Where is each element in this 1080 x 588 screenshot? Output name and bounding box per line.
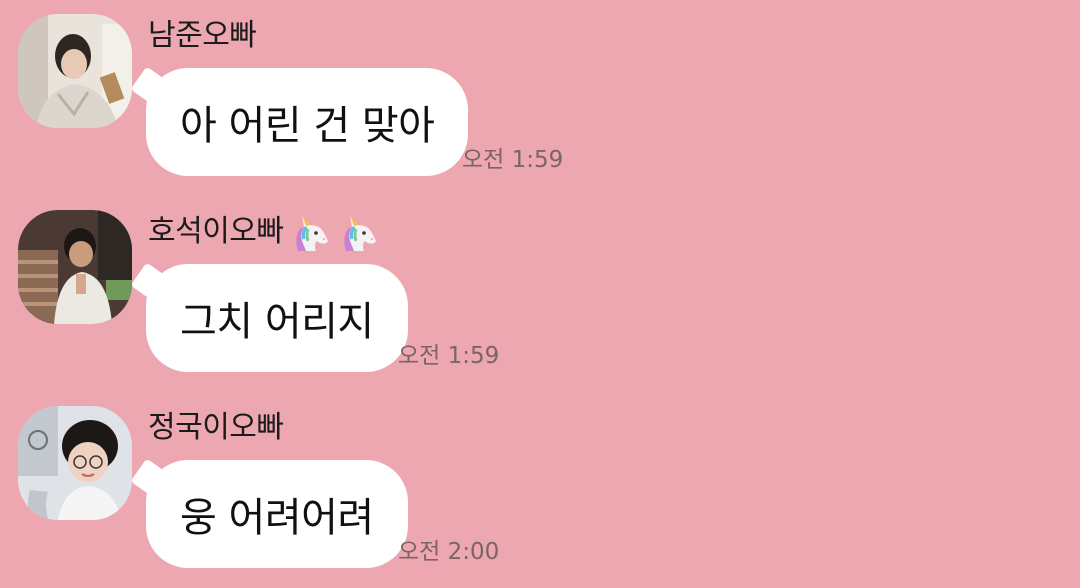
avatar-photo-icon (18, 14, 132, 128)
message-timestamp: 오전 1:59 (398, 343, 500, 369)
message-text: 그치 어리지 (180, 299, 374, 345)
message-bubble[interactable]: 아 어린 건 맞아 (146, 68, 469, 176)
message-timestamp: 오전 1:59 (462, 147, 564, 173)
message-bubble[interactable]: 웅 어려어려 (146, 460, 408, 568)
chat-message: 호석이오빠 그치 어리지 오전 1:59 (0, 196, 1080, 386)
sender-name: 정국이오빠 (148, 410, 284, 445)
message-text: 아 어린 건 맞아 (180, 103, 435, 149)
sender: 호석이오빠 (148, 210, 380, 254)
chat-message: 정국이오빠 웅 어려어려 오전 2:00 (0, 392, 1080, 582)
avatar[interactable] (18, 14, 132, 128)
avatar-photo-icon (18, 406, 132, 520)
sender-name: 남준오빠 (148, 18, 257, 53)
chat-view: 남준오빠 아 어린 건 맞아 오전 1:59 호석이오빠 그치 어리지 오전 1… (0, 0, 1080, 588)
message-timestamp: 오전 2:00 (398, 539, 500, 565)
message-bubble[interactable]: 그치 어리지 (146, 264, 408, 372)
sender-name: 호석이오빠 (148, 214, 284, 249)
avatar[interactable] (18, 210, 132, 324)
message-text: 웅 어려어려 (180, 495, 374, 541)
chat-message: 남준오빠 아 어린 건 맞아 오전 1:59 (0, 0, 1080, 190)
avatar-photo-icon (18, 210, 132, 324)
unicorn-icon (290, 211, 332, 253)
unicorn-icon (338, 211, 380, 253)
sender: 남준오빠 (148, 14, 257, 58)
sender: 정국이오빠 (148, 406, 284, 450)
avatar[interactable] (18, 406, 132, 520)
